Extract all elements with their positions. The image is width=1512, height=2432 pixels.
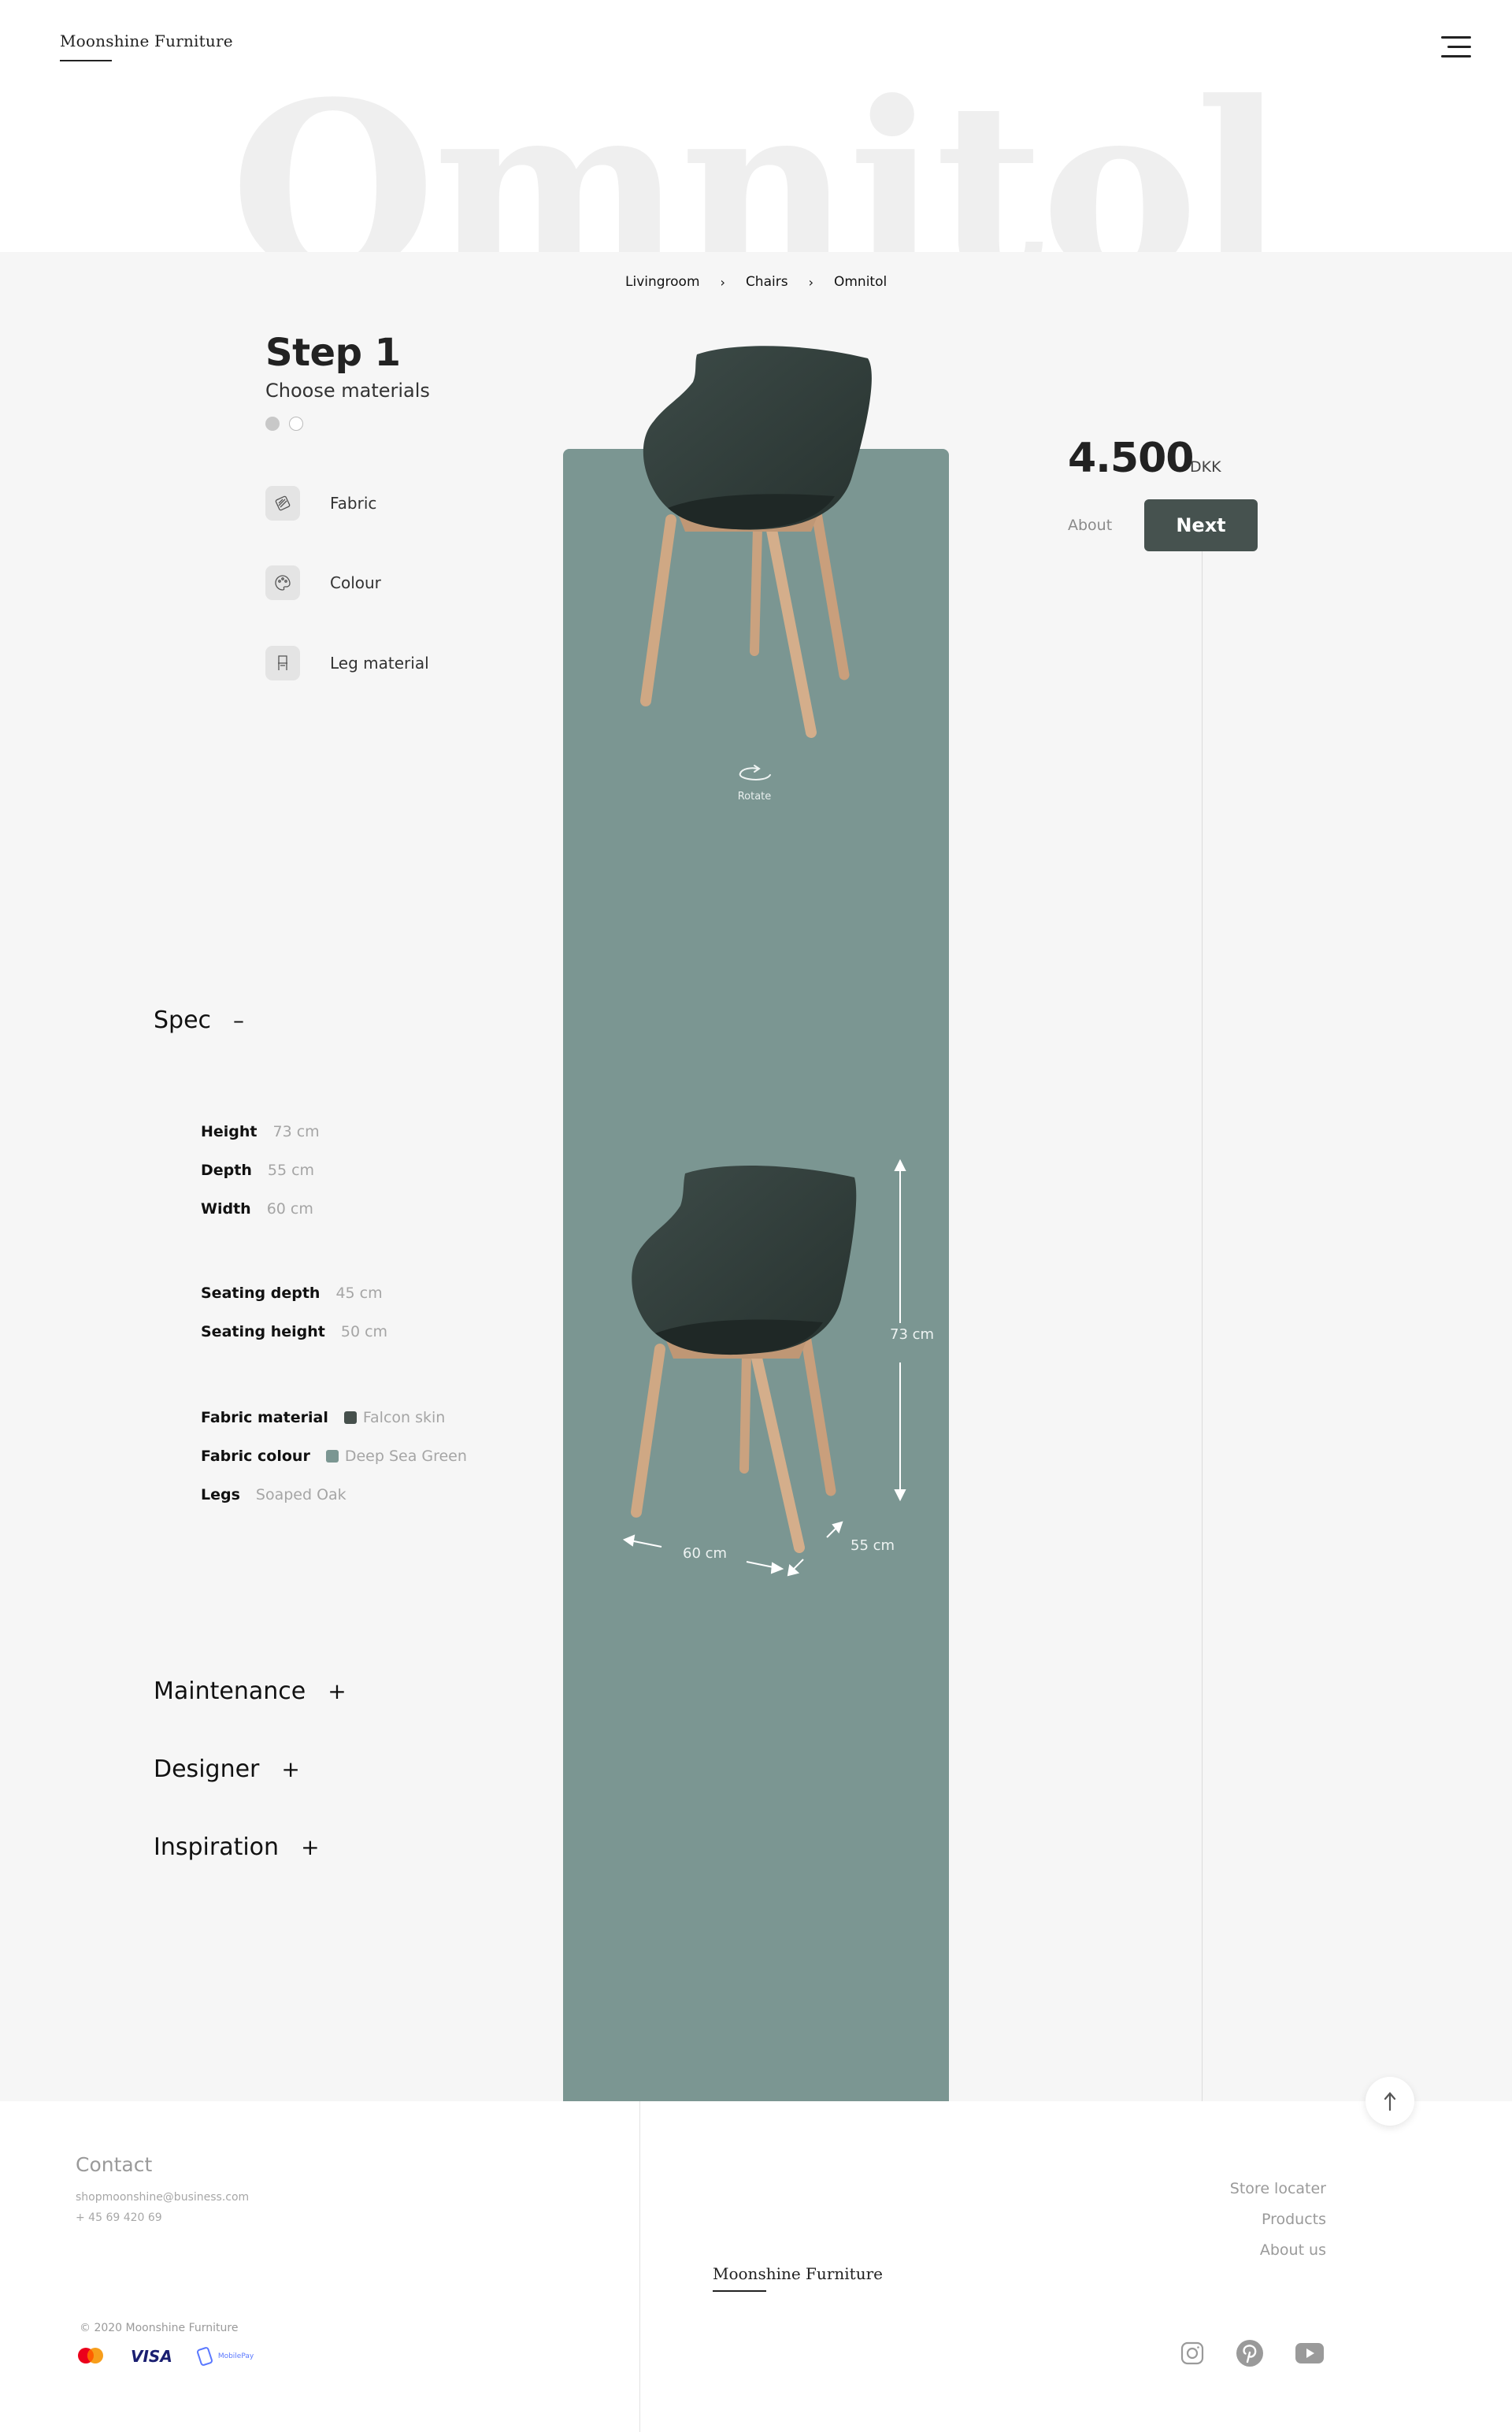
option-colour[interactable]: Colour: [265, 565, 381, 600]
step-title: Step 1: [265, 331, 401, 375]
spec-row-depth: Depth 55 cm: [201, 1162, 314, 1179]
logo-underline: [60, 60, 112, 61]
breadcrumb-omnitol[interactable]: Omnitol: [834, 274, 887, 290]
spec-label: Height: [201, 1123, 258, 1140]
breadcrumb-chairs[interactable]: Chairs: [746, 274, 788, 290]
footer-link-store-locater[interactable]: Store locater: [1230, 2180, 1326, 2197]
pinterest-icon[interactable]: [1234, 2337, 1266, 2369]
spec-value: 73 cm: [272, 1123, 320, 1140]
spec-label: Seating height: [201, 1323, 325, 1340]
spec-row-width: Width 60 cm: [201, 1200, 313, 1218]
spec-value: 50 cm: [340, 1323, 388, 1340]
scroll-to-top-button[interactable]: [1366, 2077, 1414, 2126]
step-indicator-inactive[interactable]: [289, 417, 303, 431]
accordion-designer[interactable]: Designer +: [154, 1755, 300, 1783]
footer-link-about-us[interactable]: About us: [1260, 2241, 1326, 2259]
chair-legs-icon: [265, 646, 300, 680]
plus-icon: +: [301, 1834, 320, 1860]
price-amount: 4.500: [1068, 435, 1194, 482]
plus-icon: +: [328, 1678, 346, 1704]
footer-link-products[interactable]: Products: [1262, 2211, 1326, 2228]
spec-row-legs: Legs Soaped Oak: [201, 1486, 346, 1503]
logo-underline: [713, 2290, 766, 2292]
depth-dimension-label: 55 cm: [850, 1537, 895, 1554]
spec-value: 55 cm: [267, 1162, 315, 1179]
width-dimension-label: 60 cm: [683, 1545, 728, 1562]
option-label: Fabric: [330, 494, 377, 513]
fabric-colour-swatch: [325, 1450, 339, 1463]
step-subtitle: Choose materials: [265, 380, 430, 402]
option-leg-material[interactable]: Leg material: [265, 646, 429, 680]
visa-icon: VISA: [131, 2347, 172, 2366]
dimension-arrows: [622, 1159, 906, 1577]
accordion-title: Designer: [154, 1755, 260, 1783]
divider-line: [1202, 551, 1203, 2101]
fabric-material-swatch: [343, 1411, 357, 1424]
spec-value: Deep Sea Green: [344, 1448, 467, 1465]
spec-value: Soaped Oak: [255, 1486, 346, 1503]
spec-row-seating-height: Seating height 50 cm: [201, 1323, 387, 1340]
page-header: Omnitol Moonshine Furniture: [0, 0, 1512, 252]
spec-value: Falcon skin: [362, 1409, 446, 1426]
copyright: © 2020 Moonshine Furniture: [80, 2322, 239, 2334]
spec-label: Depth: [201, 1162, 252, 1179]
step-indicator-active[interactable]: [265, 417, 280, 431]
rotate-icon: [739, 765, 771, 780]
breadcrumb: Livingroom › Chairs › Omnitol: [625, 274, 887, 290]
spec-value: 60 cm: [266, 1200, 313, 1218]
minus-icon: –: [233, 1007, 245, 1033]
spec-label: Legs: [201, 1486, 240, 1503]
chair-image[interactable]: [622, 335, 890, 744]
about-link[interactable]: About: [1068, 517, 1112, 534]
breadcrumb-livingroom[interactable]: Livingroom: [625, 274, 700, 290]
price-currency: DKK: [1190, 458, 1221, 476]
footer-divider: [639, 2101, 640, 2432]
contact-phone[interactable]: + 45 69 420 69: [76, 2211, 162, 2224]
page-footer: Contact shopmoonshine@business.com + 45 …: [0, 2101, 1512, 2432]
option-fabric[interactable]: Fabric: [265, 486, 376, 521]
spec-row-fabric-material: Fabric material Falcon skin: [201, 1409, 445, 1426]
hero-title: Omnitol: [230, 50, 1284, 253]
palette-icon: [265, 565, 300, 600]
spec-label: Fabric material: [201, 1409, 328, 1426]
youtube-icon[interactable]: [1294, 2337, 1325, 2369]
accordion-maintenance[interactable]: Maintenance +: [154, 1678, 346, 1705]
chevron-right-icon: ›: [720, 274, 725, 290]
instagram-icon[interactable]: [1177, 2337, 1208, 2369]
rotate-label: Rotate: [737, 791, 772, 803]
footer-brand-logo[interactable]: Moonshine Furniture: [713, 2264, 883, 2283]
spec-label: Fabric colour: [201, 1448, 310, 1465]
payment-methods: VISA MobilePay: [74, 2345, 254, 2367]
spec-row-seating-depth: Seating depth 45 cm: [201, 1285, 383, 1302]
contact-title: Contact: [76, 2153, 153, 2176]
brand-logo[interactable]: Moonshine Furniture: [60, 32, 233, 50]
option-label: Leg material: [330, 654, 429, 673]
fabric-icon: [265, 486, 300, 521]
chevron-right-icon: ›: [808, 274, 813, 290]
plus-icon: +: [281, 1756, 300, 1782]
contact-email[interactable]: shopmoonshine@business.com: [76, 2191, 249, 2204]
accordion-title: Spec: [154, 1007, 212, 1034]
rotate-button[interactable]: Rotate: [731, 764, 778, 803]
spec-row-fabric-colour: Fabric colour Deep Sea Green: [201, 1448, 467, 1465]
hamburger-menu-icon[interactable]: [1436, 35, 1471, 60]
accordion-title: Maintenance: [154, 1678, 306, 1705]
accordion-title: Inspiration: [154, 1833, 280, 1861]
accordion-spec[interactable]: Spec –: [154, 1007, 244, 1034]
spec-label: Width: [201, 1200, 251, 1218]
mobilepay-label: MobilePay: [217, 2352, 254, 2360]
spec-label: Seating depth: [201, 1285, 321, 1302]
next-button[interactable]: Next: [1144, 499, 1258, 551]
mastercard-icon: [78, 2348, 103, 2363]
spec-row-height: Height 73 cm: [201, 1123, 320, 1140]
accordion-inspiration[interactable]: Inspiration +: [154, 1833, 320, 1861]
spec-value: 45 cm: [335, 1285, 383, 1302]
mobilepay-icon: MobilePay: [196, 2346, 254, 2367]
height-dimension-label: 73 cm: [890, 1326, 935, 1343]
option-label: Colour: [330, 573, 381, 592]
arrow-up-icon: [1384, 2092, 1396, 2111]
